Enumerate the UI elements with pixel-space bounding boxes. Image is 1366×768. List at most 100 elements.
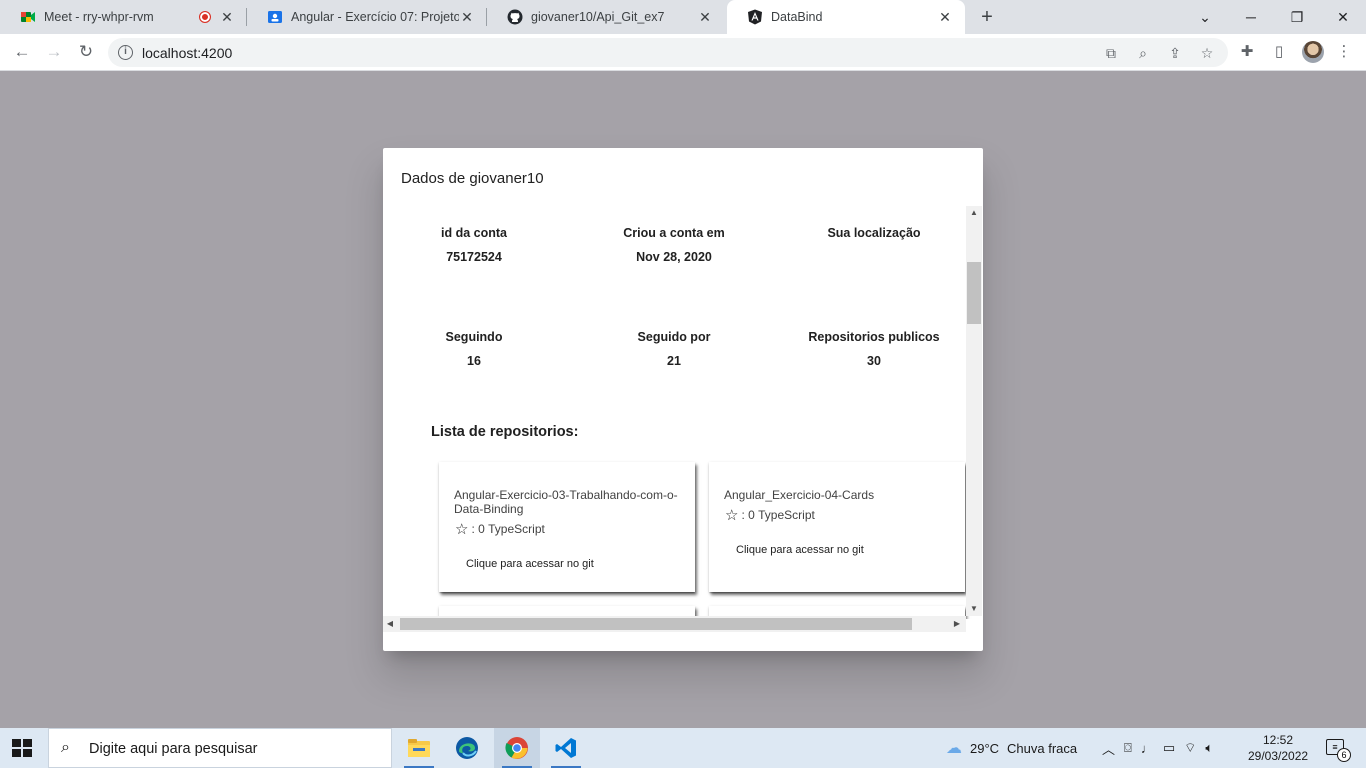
reload-icon[interactable]: ↻ [74, 40, 98, 64]
new-tab-button[interactable]: + [976, 6, 998, 28]
clock-time: 12:52 [1262, 733, 1294, 747]
repo-card[interactable]: Angular-Exercicio-03-Trabalhando-com-o-D… [439, 462, 695, 592]
microphone-icon[interactable]: ♩ [1141, 741, 1154, 756]
repo-card[interactable]: Angular_Exercicio-04-Cards ☆ : 0 TypeScr… [709, 462, 965, 592]
tab-databind[interactable]: DataBind ✕ [727, 0, 965, 34]
stat-value: Nov 28, 2020 [636, 250, 712, 264]
share-icon[interactable]: ⇪ [1167, 45, 1183, 61]
dialog-title: Dados de giovaner10 [401, 170, 544, 187]
chevron-up-icon[interactable]: ︿ [1102, 739, 1115, 758]
repo-name: Angular_Exercicio-04-Cards [724, 488, 875, 502]
menu-dots-icon[interactable]: ⋮ [1335, 43, 1353, 61]
windows-start-icon[interactable] [12, 739, 32, 757]
bookmark-star-icon[interactable]: ☆ [1199, 45, 1215, 61]
repo-meta: ☆ : 0 TypeScript [455, 520, 545, 538]
repo-name: Angular-Exercicio-03-Trabalhando-com-o-D… [454, 488, 678, 516]
tab-title: giovaner10/Api_Git_ex7 [531, 10, 665, 24]
dialog-content: id da conta 75172524 Criou a conta em No… [383, 206, 981, 619]
stat-label: Seguindo [445, 330, 503, 344]
tab-title: DataBind [771, 10, 823, 24]
scroll-left-arrow-icon[interactable]: ◀ [383, 616, 397, 632]
stat-value: 16 [467, 354, 481, 368]
recording-icon [199, 11, 211, 23]
weather-widget[interactable]: ☁ 29°C Chuva fraca [946, 728, 1077, 768]
vscode-icon[interactable] [543, 728, 589, 768]
weather-desc: Chuva fraca [1007, 740, 1078, 756]
stat-location: Sua localização [774, 226, 974, 250]
repo-git-link[interactable]: Clique para acessar no git [736, 544, 864, 556]
side-panel-icon[interactable]: ▯ [1270, 43, 1288, 61]
repo-stars: : 0 [741, 508, 755, 522]
close-window-icon[interactable]: ✕ [1320, 0, 1366, 34]
stat-account-id: id da conta 75172524 [383, 226, 574, 264]
repo-language: TypeScript [488, 522, 545, 536]
weather-temp: 29°C [970, 740, 1000, 756]
horizontal-scroll-thumb[interactable] [400, 618, 912, 630]
scroll-up-arrow-icon[interactable]: ▲ [966, 206, 982, 220]
file-explorer-icon[interactable] [396, 728, 442, 768]
repo-meta: ☆ : 0 TypeScript [725, 506, 815, 524]
back-icon[interactable]: ← [10, 40, 34, 64]
stat-label: Seguido por [637, 330, 711, 344]
github-icon [507, 9, 523, 25]
stat-public-repos: Repositorios publicos 30 [774, 330, 974, 368]
scroll-down-arrow-icon[interactable]: ▼ [966, 602, 982, 616]
star-icon: ☆ [455, 521, 469, 538]
angular-icon [747, 9, 763, 25]
taskbar-search[interactable]: ⌕ Digite aqui para pesquisar [48, 728, 392, 768]
horizontal-scrollbar[interactable]: ◀ ▶ [383, 616, 966, 632]
vertical-scroll-thumb[interactable] [967, 262, 981, 324]
minimize-icon[interactable]: ─ [1228, 0, 1274, 34]
close-tab-icon[interactable]: ✕ [219, 9, 235, 25]
scroll-right-arrow-icon[interactable]: ▶ [950, 616, 964, 632]
battery-icon[interactable]: ▭ [1163, 740, 1175, 756]
translate-icon[interactable]: ⧉ [1103, 45, 1119, 61]
extensions-icon[interactable]: ✚ [1238, 43, 1256, 61]
restore-icon[interactable]: ❐ [1274, 0, 1320, 34]
site-info-icon[interactable]: i [118, 45, 133, 60]
stat-value: 30 [867, 354, 881, 368]
profile-avatar[interactable] [1302, 41, 1324, 63]
tab-github[interactable]: giovaner10/Api_Git_ex7 ✕ [487, 0, 725, 34]
browser-tab-strip: Meet - rry-whpr-rvm ✕ Angular - Exercíci… [0, 0, 1366, 34]
tab-search-icon[interactable]: ⌄ [1182, 0, 1228, 34]
close-tab-icon[interactable]: ✕ [937, 9, 953, 25]
tab-title: Angular - Exercício 07: Projeto Git [291, 10, 459, 24]
close-tab-icon[interactable]: ✕ [697, 9, 713, 25]
repo-git-link[interactable]: Clique para acessar no git [466, 558, 594, 570]
chrome-icon[interactable] [494, 728, 540, 768]
repo-language: TypeScript [758, 508, 815, 522]
star-icon: ☆ [725, 507, 739, 524]
stat-label: Sua localização [827, 226, 921, 240]
system-clock[interactable]: 12:52 29/03/2022 [1248, 732, 1308, 764]
address-bar[interactable]: i localhost:4200 ⧉ ⌕ ⇪ ☆ [108, 38, 1228, 67]
stat-created-at: Criou a conta em Nov 28, 2020 [574, 226, 774, 264]
close-tab-icon[interactable]: ✕ [459, 9, 475, 25]
tab-meet[interactable]: Meet - rry-whpr-rvm ✕ [0, 0, 247, 34]
stat-label: Repositorios publicos [808, 330, 940, 344]
edge-icon[interactable] [444, 728, 490, 768]
url-text[interactable]: localhost:4200 [142, 45, 232, 61]
stat-label: id da conta [441, 226, 507, 240]
stat-value: 75172524 [446, 250, 502, 264]
weather-rain-icon: ☁ [946, 740, 962, 757]
tab-angular-exercicio[interactable]: Angular - Exercício 07: Projeto Git ✕ [247, 0, 487, 34]
vertical-scrollbar[interactable]: ▲ ▼ [966, 206, 982, 616]
clock-date: 29/03/2022 [1248, 749, 1309, 763]
tab-title: Meet - rry-whpr-rvm [44, 10, 154, 24]
stat-value: 21 [667, 354, 681, 368]
browser-toolbar: ← → ↻ i localhost:4200 ⧉ ⌕ ⇪ ☆ ✚ ▯ ⋮ [0, 34, 1366, 71]
notification-count: 6 [1337, 748, 1351, 762]
notification-center-icon[interactable]: ≡ 6 [1326, 739, 1351, 762]
camera-icon[interactable]: ⌼ [1124, 740, 1132, 756]
system-tray: ︿ ⌼ ♩ ▭ ⌔ 🔈︎ [1102, 728, 1213, 768]
forward-icon[interactable]: → [42, 40, 66, 64]
user-data-dialog: Dados de giovaner10 id da conta 75172524… [383, 148, 983, 651]
repos-section-title: Lista de repositorios: [431, 424, 579, 440]
google-classroom-icon [267, 9, 283, 25]
wifi-icon[interactable]: ⌔ [1184, 740, 1196, 756]
zoom-icon[interactable]: ⌕ [1135, 45, 1151, 61]
speaker-icon[interactable]: 🔈︎ [1205, 740, 1213, 756]
stat-label: Criou a conta em [623, 226, 725, 240]
stat-following: Seguindo 16 [383, 330, 574, 368]
